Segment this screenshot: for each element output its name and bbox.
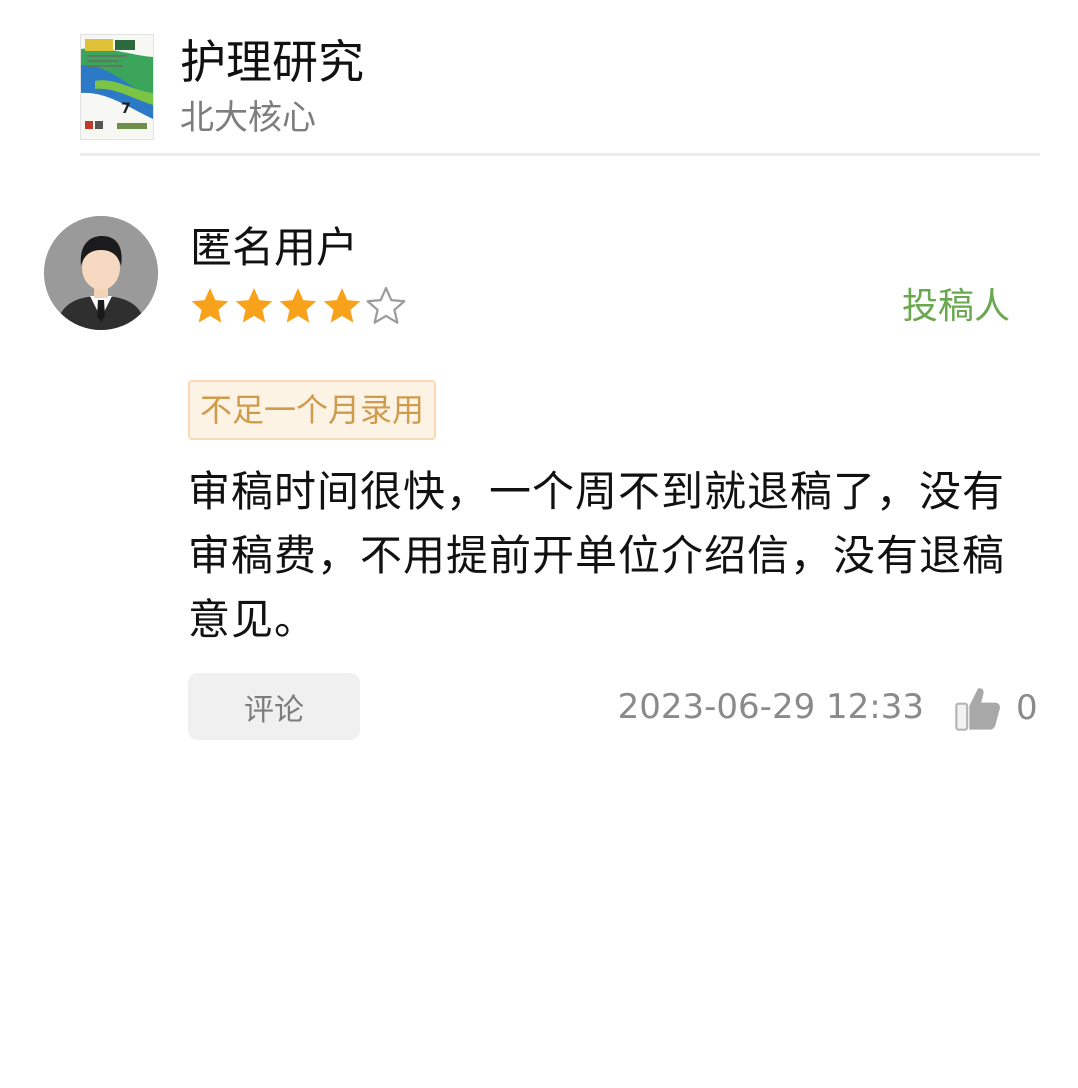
star-filled-icon [323, 288, 361, 323]
svg-text:7: 7 [121, 101, 131, 117]
like-button[interactable]: 0 [952, 680, 1038, 736]
comment-button[interactable]: 评论 [188, 673, 360, 740]
journal-cover-image[interactable]: 7 [80, 34, 154, 140]
star-filled-icon [191, 288, 229, 323]
journal-header: 7 护理研究 北大核心 [80, 28, 1040, 156]
review-timestamp: 2023-06-29 12:33 [617, 687, 924, 727]
star-rating [188, 284, 408, 328]
like-count: 0 [1016, 688, 1038, 728]
journal-level-label: 北大核心 [180, 98, 316, 138]
star-empty-icon [366, 286, 406, 324]
decision-time-badge: 不足一个月录用 [188, 380, 437, 440]
reviewer-role-tag: 投稿人 [901, 286, 1010, 327]
thumbs-up-icon[interactable] [952, 682, 1004, 734]
user-name: 匿名用户 [190, 223, 359, 272]
user-avatar[interactable] [44, 216, 158, 330]
star-filled-icon [235, 288, 273, 323]
journal-title[interactable]: 护理研究 [180, 32, 364, 92]
star-filled-icon [279, 288, 317, 323]
review-content: 审稿时间很快，一个周不到就退稿了，没有审稿费，不用提前开单位介绍信，没有退稿意见… [188, 467, 1006, 644]
